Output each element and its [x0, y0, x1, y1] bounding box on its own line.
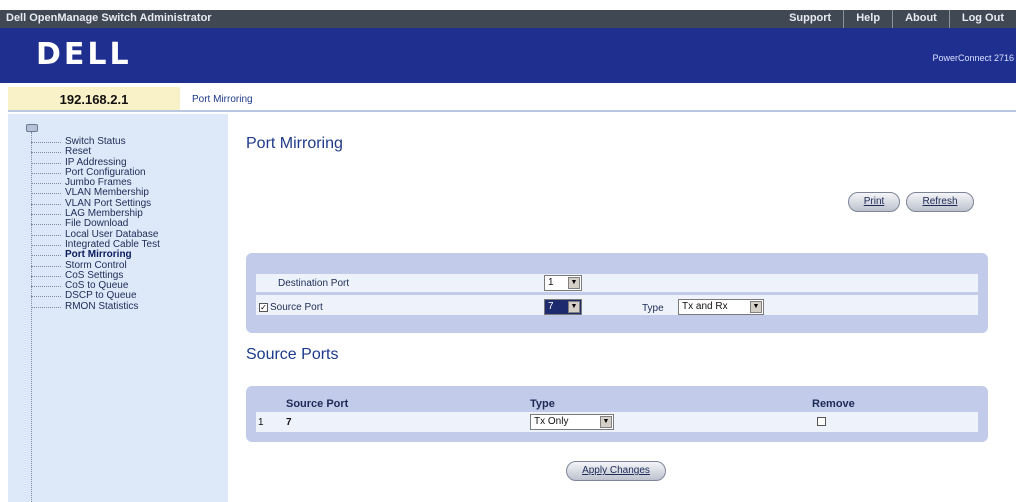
destination-port-row: [256, 274, 978, 292]
destination-port-label: Destination Port: [278, 278, 350, 289]
row-source-port: 7: [286, 417, 292, 428]
chevron-down-icon: ▼: [568, 277, 580, 289]
column-header-type: Type: [530, 398, 555, 410]
divider: [843, 10, 845, 28]
row-type-select[interactable]: Tx Only ▼: [530, 414, 614, 430]
ip-address: 192.168.2.1: [8, 87, 180, 112]
source-port-label: Source Port: [270, 302, 323, 313]
column-header-source-port: Source Port: [286, 398, 349, 410]
row-type-value: Tx Only: [534, 416, 569, 427]
source-port-checkbox[interactable]: ✓: [259, 303, 268, 312]
type-value: Tx and Rx: [682, 301, 728, 312]
help-link[interactable]: Help: [846, 10, 890, 28]
section-title: Source Ports: [246, 346, 339, 363]
sidebar-menu: Switch Status Reset IP Addressing Port Conf…: [31, 136, 160, 312]
apply-changes-button[interactable]: Apply Changes: [566, 461, 666, 481]
breadcrumb-bar: Port Mirroring: [180, 87, 1016, 112]
sidebar: Switch Status Reset IP Addressing Port Conf…: [8, 114, 228, 502]
sidebar-item-rmon-statistics[interactable]: RMON Statistics: [31, 301, 160, 312]
divider: [948, 10, 950, 28]
top-nav: Support Help About Log Out: [779, 10, 1014, 28]
breadcrumb[interactable]: Port Mirroring: [192, 94, 253, 105]
destination-port-select[interactable]: 1 ▼: [544, 275, 582, 291]
destination-port-value: 1: [548, 277, 554, 288]
type-label: Type: [642, 303, 664, 314]
banner: DELL PowerConnect 2716: [0, 28, 1016, 83]
source-port-row: [256, 295, 978, 315]
tree-root-icon: [26, 124, 38, 132]
app-window: Dell OpenManage Switch Administrator Sup…: [0, 0, 1016, 502]
chevron-down-icon: ▼: [750, 301, 762, 313]
dell-logo: DELL: [36, 37, 132, 72]
divider: [892, 10, 894, 28]
print-button[interactable]: Print: [848, 192, 900, 212]
chevron-down-icon: ▼: [568, 301, 580, 313]
app-title: Dell OpenManage Switch Administrator: [6, 12, 212, 24]
refresh-button[interactable]: Refresh: [906, 192, 974, 212]
source-port-select[interactable]: 7 ▼: [544, 299, 582, 315]
column-header-remove: Remove: [812, 398, 855, 410]
type-select[interactable]: Tx and Rx ▼: [678, 299, 764, 315]
source-port-value: 7: [548, 301, 554, 312]
source-ports-table: Source Port Type Remove 1 7 Tx Only ▼: [246, 386, 988, 442]
remove-checkbox[interactable]: [817, 417, 826, 426]
settings-panel: Destination Port 1 ▼ ✓ Source Port 7 ▼ T…: [246, 253, 988, 333]
model-name: PowerConnect 2716: [932, 53, 1014, 63]
page-title: Port Mirroring: [246, 135, 343, 152]
logout-link[interactable]: Log Out: [952, 10, 1014, 28]
support-link[interactable]: Support: [779, 10, 841, 28]
table-row: [256, 412, 978, 432]
chevron-down-icon: ▼: [600, 416, 612, 428]
row-index: 1: [258, 417, 264, 428]
top-bar: Dell OpenManage Switch Administrator Sup…: [0, 10, 1016, 28]
about-link[interactable]: About: [895, 10, 947, 28]
sidebar-item-switch-status[interactable]: Switch Status: [31, 136, 160, 147]
